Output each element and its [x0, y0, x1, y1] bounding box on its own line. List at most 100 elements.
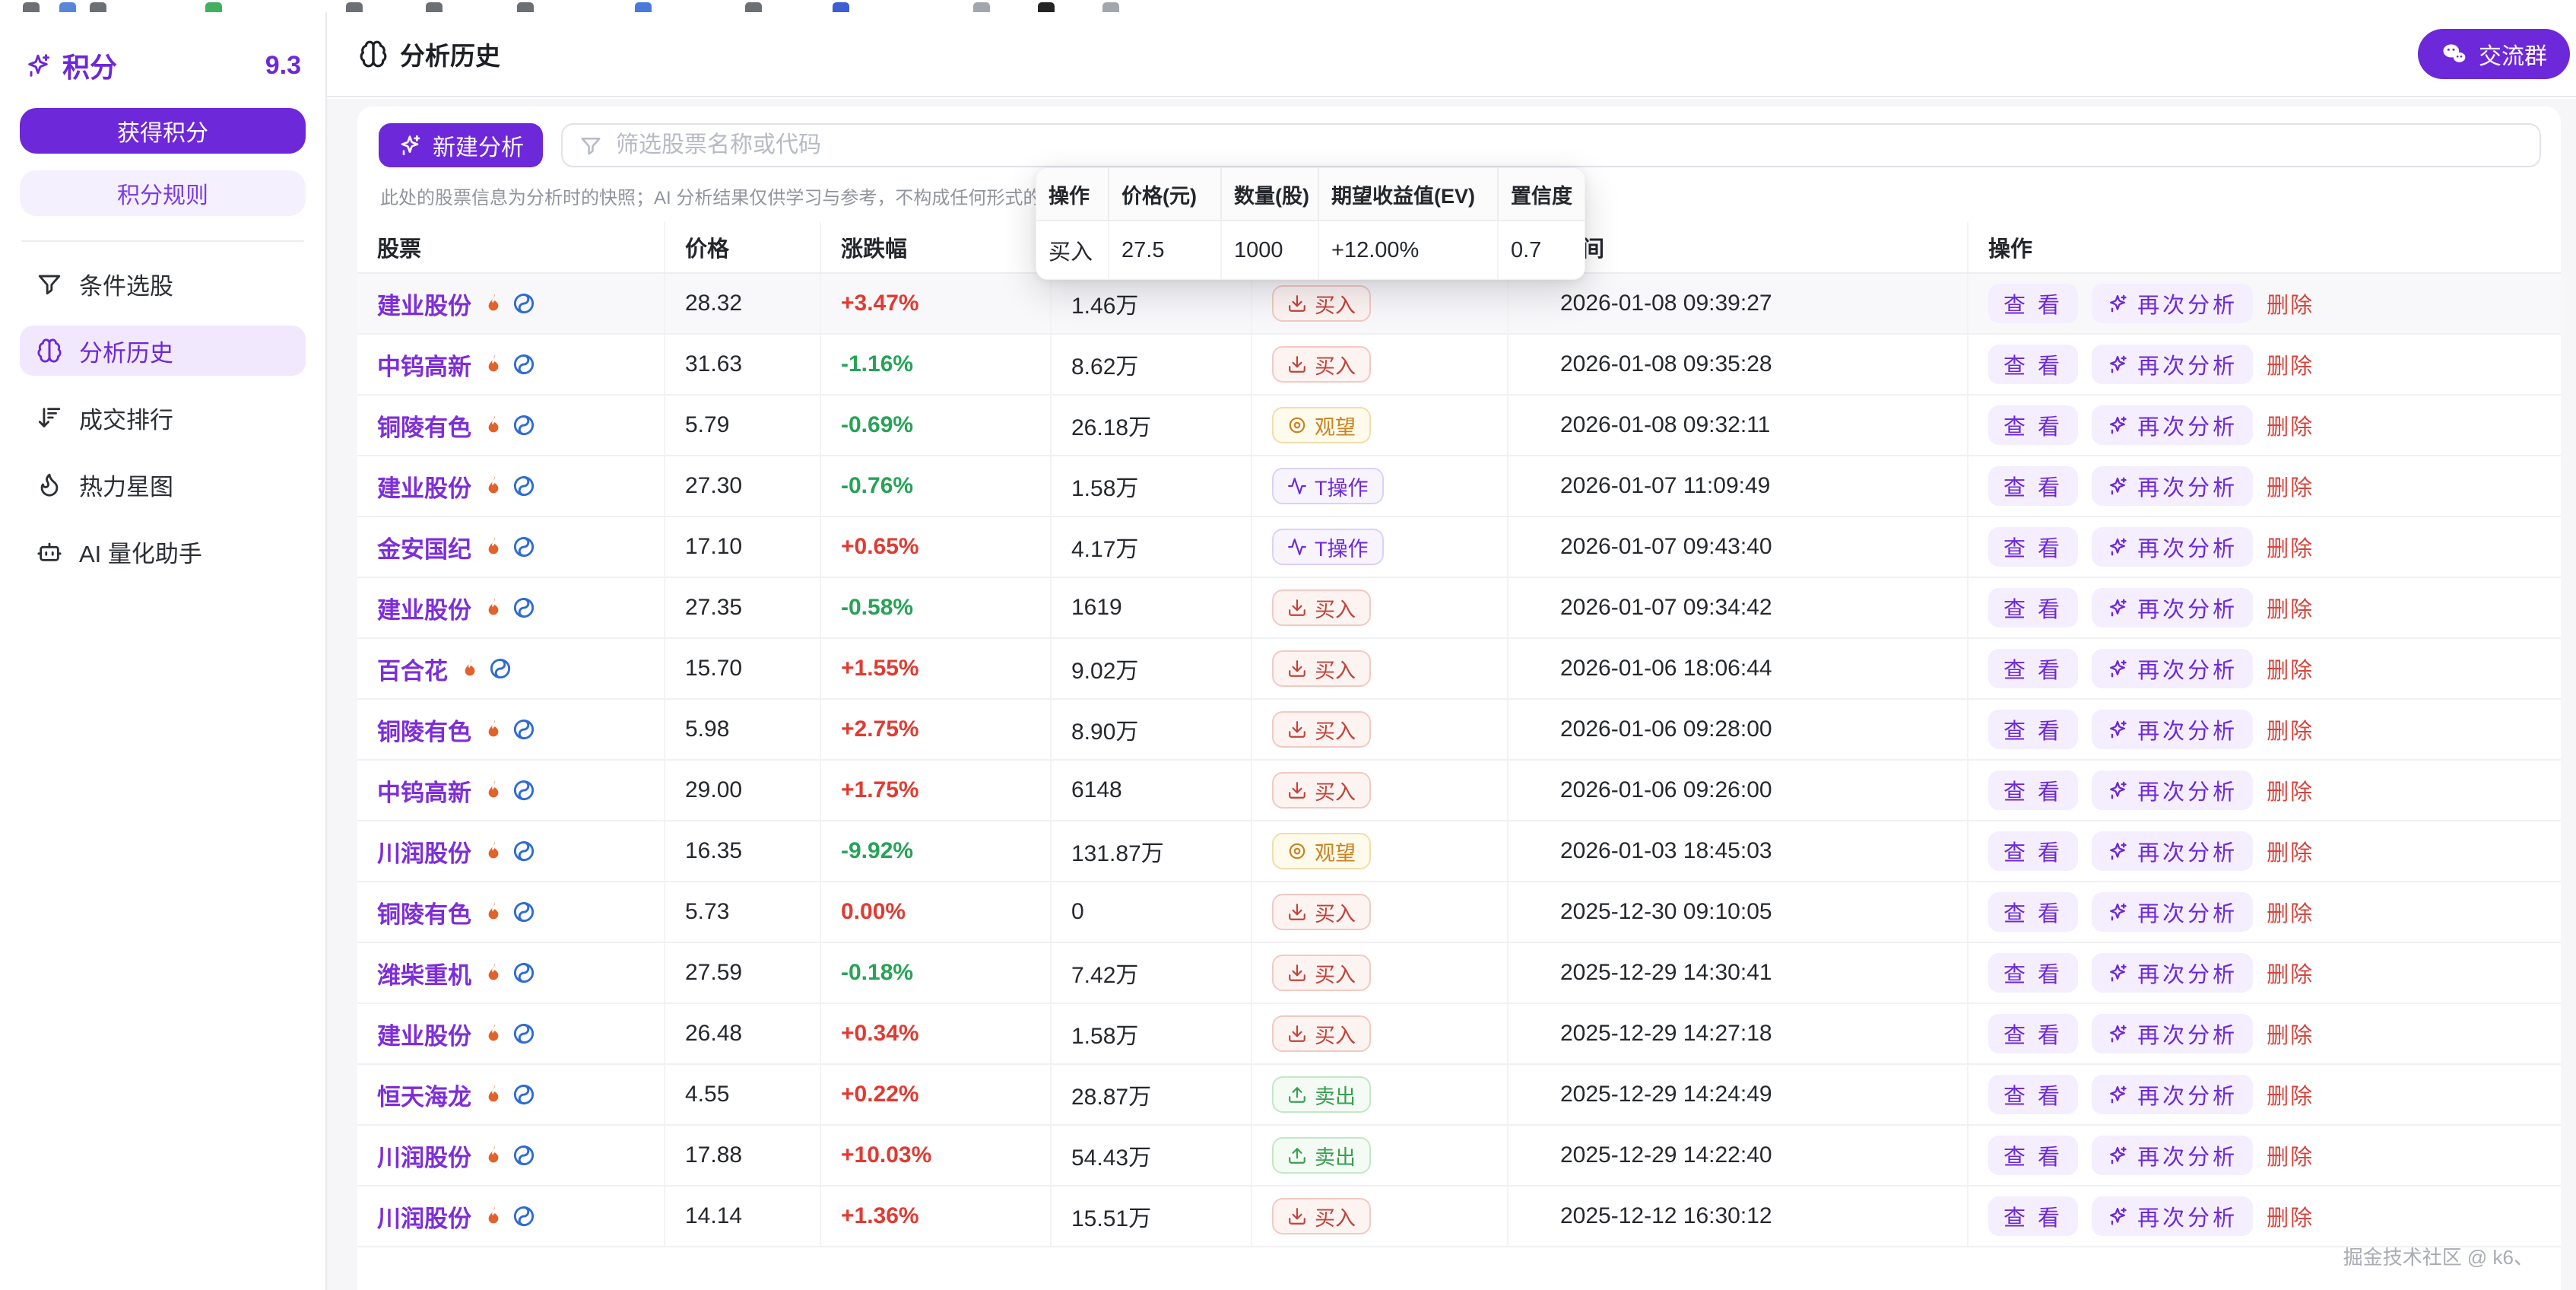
flame-logo-icon[interactable] — [482, 1083, 505, 1106]
flame-logo-icon[interactable] — [482, 1205, 505, 1228]
delete-button[interactable]: 删除 — [2267, 835, 2314, 867]
delete-button[interactable]: 删除 — [2267, 1018, 2314, 1050]
flame-logo-icon[interactable] — [482, 535, 505, 558]
stock-name-link[interactable]: 恒天海龙 — [377, 1078, 471, 1112]
stock-name-link[interactable]: 建业股份 — [377, 287, 471, 321]
ring-logo-icon[interactable] — [512, 840, 535, 863]
view-button[interactable]: 查 看 — [1988, 710, 2078, 749]
delete-button[interactable]: 删除 — [2267, 1200, 2314, 1232]
flame-logo-icon[interactable] — [482, 475, 505, 497]
bookmark-favicon[interactable] — [1038, 2, 1055, 12]
delete-button[interactable]: 删除 — [2267, 896, 2314, 928]
stock-name-link[interactable]: 铜陵有色 — [377, 408, 471, 443]
reanalyze-button[interactable]: 再次分析 — [2092, 466, 2253, 506]
stock-name-link[interactable]: 建业股份 — [377, 591, 471, 625]
stock-name-link[interactable]: 建业股份 — [377, 1017, 471, 1051]
flame-logo-icon[interactable] — [482, 414, 505, 437]
view-button[interactable]: 查 看 — [1988, 1075, 2078, 1114]
delete-button[interactable]: 删除 — [2267, 1139, 2314, 1171]
ring-logo-icon[interactable] — [512, 596, 535, 619]
view-button[interactable]: 查 看 — [1988, 345, 2078, 384]
stock-name-link[interactable]: 川润股份 — [377, 834, 471, 869]
flame-logo-icon[interactable] — [482, 1144, 505, 1167]
flame-logo-icon[interactable] — [482, 901, 505, 923]
sidebar-item-brain[interactable]: 分析历史 — [20, 326, 306, 376]
view-button[interactable]: 查 看 — [1988, 892, 2078, 932]
view-button[interactable]: 查 看 — [1988, 831, 2078, 871]
ring-logo-icon[interactable] — [512, 779, 535, 802]
stock-filter-searchbox[interactable] — [561, 123, 2541, 167]
reanalyze-button[interactable]: 再次分析 — [2092, 284, 2253, 323]
delete-button[interactable]: 删除 — [2267, 409, 2314, 441]
earn-points-button[interactable]: 获得积分 — [20, 108, 306, 154]
bookmark-favicon[interactable] — [59, 2, 76, 12]
ring-logo-icon[interactable] — [512, 535, 535, 558]
flame-logo-icon[interactable] — [482, 1022, 505, 1045]
reanalyze-button[interactable]: 再次分析 — [2092, 405, 2253, 445]
chat-group-button[interactable]: 交流群 — [2418, 29, 2570, 79]
stock-name-link[interactable]: 铜陵有色 — [377, 895, 471, 929]
flame-logo-icon[interactable] — [482, 292, 505, 315]
reanalyze-button[interactable]: 再次分析 — [2092, 1014, 2253, 1053]
flame-logo-icon[interactable] — [482, 353, 505, 376]
reanalyze-button[interactable]: 再次分析 — [2092, 953, 2253, 993]
flame-logo-icon[interactable] — [482, 718, 505, 741]
sidebar-item-bot[interactable]: AI 量化助手 — [20, 526, 306, 577]
reanalyze-button[interactable]: 再次分析 — [2092, 1196, 2253, 1236]
bookmark-favicon[interactable] — [90, 2, 106, 12]
reanalyze-button[interactable]: 再次分析 — [2092, 831, 2253, 871]
ring-logo-icon[interactable] — [512, 1083, 535, 1106]
stock-name-link[interactable]: 铜陵有色 — [377, 713, 471, 747]
stock-name-link[interactable]: 中钨高新 — [377, 774, 471, 808]
ring-logo-icon[interactable] — [512, 718, 535, 741]
view-button[interactable]: 查 看 — [1988, 588, 2078, 628]
sidebar-item-flame[interactable]: 热力星图 — [20, 459, 306, 510]
reanalyze-button[interactable]: 再次分析 — [2092, 649, 2253, 688]
reanalyze-button[interactable]: 再次分析 — [2092, 771, 2253, 810]
bookmark-favicon[interactable] — [517, 2, 534, 12]
ring-logo-icon[interactable] — [512, 292, 535, 315]
view-button[interactable]: 查 看 — [1988, 1196, 2078, 1236]
view-button[interactable]: 查 看 — [1988, 527, 2078, 567]
delete-button[interactable]: 删除 — [2267, 653, 2314, 685]
delete-button[interactable]: 删除 — [2267, 1079, 2314, 1110]
sidebar-item-sort-desc[interactable]: 成交排行 — [20, 392, 306, 443]
view-button[interactable]: 查 看 — [1988, 466, 2078, 506]
bookmark-favicon[interactable] — [205, 2, 222, 12]
points-rules-button[interactable]: 积分规则 — [20, 170, 306, 216]
ring-logo-icon[interactable] — [512, 961, 535, 984]
delete-button[interactable]: 删除 — [2267, 288, 2314, 319]
delete-button[interactable]: 删除 — [2267, 531, 2314, 563]
view-button[interactable]: 查 看 — [1988, 771, 2078, 810]
ring-logo-icon[interactable] — [512, 414, 535, 437]
view-button[interactable]: 查 看 — [1988, 1136, 2078, 1175]
stock-name-link[interactable]: 百合花 — [377, 652, 448, 686]
ring-logo-icon[interactable] — [512, 475, 535, 497]
bookmark-favicon[interactable] — [745, 2, 762, 12]
bookmark-favicon[interactable] — [23, 2, 40, 12]
bookmark-favicon[interactable] — [426, 2, 443, 12]
ring-logo-icon[interactable] — [512, 1144, 535, 1167]
flame-logo-icon[interactable] — [482, 779, 505, 802]
reanalyze-button[interactable]: 再次分析 — [2092, 1075, 2253, 1114]
delete-button[interactable]: 删除 — [2267, 470, 2314, 502]
stock-name-link[interactable]: 中钨高新 — [377, 348, 471, 382]
flame-logo-icon[interactable] — [482, 840, 505, 863]
reanalyze-button[interactable]: 再次分析 — [2092, 588, 2253, 628]
view-button[interactable]: 查 看 — [1988, 284, 2078, 323]
bookmark-favicon[interactable] — [635, 2, 652, 12]
ring-logo-icon[interactable] — [512, 1022, 535, 1045]
stock-name-link[interactable]: 川润股份 — [377, 1139, 471, 1173]
bookmark-favicon[interactable] — [346, 2, 363, 12]
reanalyze-button[interactable]: 再次分析 — [2092, 892, 2253, 932]
bookmark-favicon[interactable] — [833, 2, 849, 12]
delete-button[interactable]: 删除 — [2267, 774, 2314, 806]
view-button[interactable]: 查 看 — [1988, 649, 2078, 688]
reanalyze-button[interactable]: 再次分析 — [2092, 710, 2253, 749]
ring-logo-icon[interactable] — [512, 353, 535, 376]
ring-logo-icon[interactable] — [512, 901, 535, 923]
stock-name-link[interactable]: 川润股份 — [377, 1199, 471, 1234]
stock-filter-input[interactable] — [614, 132, 2523, 159]
bookmark-favicon[interactable] — [1102, 2, 1119, 12]
flame-logo-icon[interactable] — [458, 657, 481, 680]
